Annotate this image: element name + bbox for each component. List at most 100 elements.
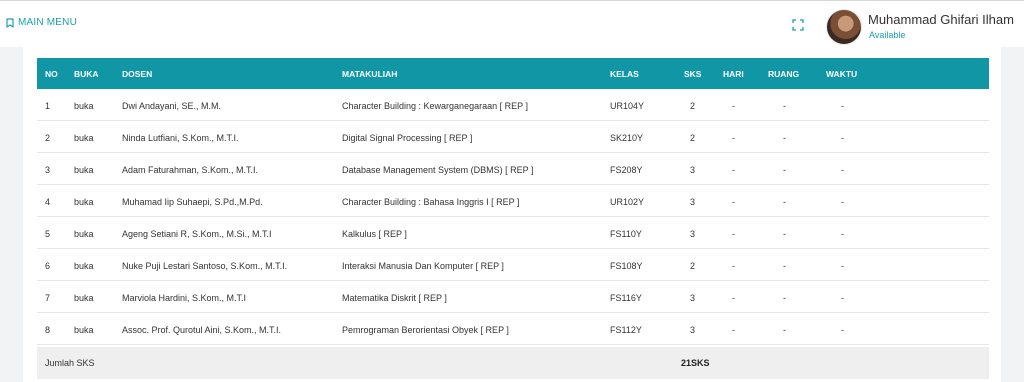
cell-no: 7: [45, 293, 51, 303]
cell-sks: 3: [690, 165, 696, 175]
bookmark-icon: [6, 17, 14, 28]
buka-link[interactable]: buka: [74, 261, 94, 271]
cell-kelas: FS112Y: [610, 325, 642, 335]
cell-ruang: -: [783, 197, 786, 207]
user-name[interactable]: Muhammad Ghifari Ilham: [868, 12, 1014, 27]
buka-link[interactable]: buka: [74, 165, 94, 175]
total-sks-label: Jumlah SKS: [45, 358, 95, 368]
cell-hari: -: [732, 229, 735, 239]
cell-sks: 3: [690, 197, 696, 207]
column-header-kelas: KELAS: [610, 69, 639, 79]
cell-hari: -: [732, 325, 735, 335]
cell-sks: 2: [690, 101, 696, 111]
avatar[interactable]: [826, 9, 862, 45]
cell-hari: -: [732, 133, 735, 143]
cell-dosen: Muhamad Iip Suhaepi, S.Pd.,M.Pd.: [122, 197, 263, 207]
cell-sks: 3: [690, 229, 696, 239]
cell-dosen: Ageng Setiani R, S.Kom., M.Si., M.T.I: [122, 229, 272, 239]
cell-dosen: Nuke Puji Lestari Santoso, S.Kom., M.T.I…: [122, 261, 288, 271]
cell-sks: 3: [690, 325, 696, 335]
buka-link[interactable]: buka: [74, 229, 94, 239]
cell-hari: -: [732, 261, 735, 271]
cell-dosen: Dwi Andayani, SE., M.M.: [122, 101, 222, 111]
cell-waktu: -: [841, 197, 844, 207]
cell-ruang: -: [783, 325, 786, 335]
top-bar: MAIN MENU Muhammad Ghifari Ilham Availab…: [0, 0, 1024, 47]
table-row: 8 buka Assoc. Prof. Qurotul Aini, S.Kom.…: [37, 313, 989, 345]
cell-no: 1: [45, 101, 51, 111]
cell-dosen: Marviola Hardini, S.Kom., M.T.I: [122, 293, 247, 303]
cell-matakuliah: Pemrograman Berorientasi Obyek [ REP ]: [342, 325, 509, 335]
cell-no: 6: [45, 261, 51, 271]
table-row: 2 buka Ninda Lutfiani, S.Kom., M.T.I. Di…: [37, 121, 989, 153]
user-status: Available: [869, 30, 906, 40]
cell-waktu: -: [841, 165, 844, 175]
cell-no: 8: [45, 325, 51, 335]
cell-no: 2: [45, 133, 51, 143]
cell-matakuliah: Matematika Diskrit [ REP ]: [342, 293, 447, 303]
cell-no: 4: [45, 197, 51, 207]
cell-dosen: Ninda Lutfiani, S.Kom., M.T.I.: [122, 133, 239, 143]
cell-matakuliah: Interaksi Manusia Dan Komputer [ REP ]: [342, 261, 504, 271]
table-row: 7 buka Marviola Hardini, S.Kom., M.T.I M…: [37, 281, 989, 313]
cell-waktu: -: [841, 325, 844, 335]
cell-kelas: UR102Y: [610, 197, 645, 207]
cell-sks: 2: [690, 133, 696, 143]
buka-link[interactable]: buka: [74, 325, 94, 335]
cell-hari: -: [732, 165, 735, 175]
cell-ruang: -: [783, 101, 786, 111]
column-header-buka: BUKA: [74, 69, 99, 79]
cell-waktu: -: [841, 229, 844, 239]
column-header-no: NO: [45, 69, 58, 79]
cell-matakuliah: Character Building : Bahasa Inggris I [ …: [342, 197, 520, 207]
cell-kelas: UR104Y: [610, 101, 645, 111]
cell-sks: 3: [690, 293, 696, 303]
cell-sks: 2: [690, 261, 696, 271]
cell-ruang: -: [783, 293, 786, 303]
column-header-hari: HARI: [723, 69, 744, 79]
buka-link[interactable]: buka: [74, 197, 94, 207]
cell-waktu: -: [841, 101, 844, 111]
cell-no: 3: [45, 165, 51, 175]
cell-ruang: -: [783, 229, 786, 239]
cell-kelas: SK210Y: [610, 133, 644, 143]
column-header-matakuliah: MATAKULIAH: [342, 69, 398, 79]
cell-kelas: FS208Y: [610, 165, 643, 175]
column-header-dosen: DOSEN: [122, 69, 153, 79]
cell-ruang: -: [783, 261, 786, 271]
column-header-sks: SKS: [684, 69, 702, 79]
table-row: 5 buka Ageng Setiani R, S.Kom., M.Si., M…: [37, 217, 989, 249]
cell-kelas: FS108Y: [610, 261, 643, 271]
cell-dosen: Adam Faturahman, S.Kom., M.T.I.: [122, 165, 259, 175]
column-header-waktu: WAKTU: [826, 69, 858, 79]
cell-waktu: -: [841, 261, 844, 271]
table-row: 1 buka Dwi Andayani, SE., M.M. Character…: [37, 89, 989, 121]
total-sks-value: 21SKS: [681, 358, 710, 368]
cell-ruang: -: [783, 165, 786, 175]
buka-link[interactable]: buka: [74, 101, 94, 111]
table-row: 6 buka Nuke Puji Lestari Santoso, S.Kom.…: [37, 249, 989, 281]
column-header-ruang: RUANG: [768, 69, 800, 79]
buka-link[interactable]: buka: [74, 133, 94, 143]
cell-kelas: FS110Y: [610, 229, 642, 239]
cell-no: 5: [45, 229, 51, 239]
table-header: NO BUKA DOSEN MATAKULIAH KELAS SKS HARI …: [37, 58, 989, 89]
buka-link[interactable]: buka: [74, 293, 94, 303]
cell-dosen: Assoc. Prof. Qurotul Aini, S.Kom., M.T.I…: [122, 325, 282, 335]
main-menu-button[interactable]: MAIN MENU: [6, 17, 77, 28]
cell-matakuliah: Digital Signal Processing [ REP ]: [342, 133, 473, 143]
main-menu-label: MAIN MENU: [18, 17, 78, 28]
cell-hari: -: [732, 293, 735, 303]
cell-kelas: FS116Y: [610, 293, 642, 303]
table-row: 3 buka Adam Faturahman, S.Kom., M.T.I. D…: [37, 153, 989, 185]
cell-hari: -: [732, 197, 735, 207]
fullscreen-icon[interactable]: [792, 19, 804, 31]
cell-ruang: -: [783, 133, 786, 143]
cell-matakuliah: Kalkulus [ REP ]: [342, 229, 407, 239]
table-footer: Jumlah SKS 21SKS: [37, 347, 989, 379]
cell-waktu: -: [841, 293, 844, 303]
cell-matakuliah: Character Building : Kewarganegaraan [ R…: [342, 101, 528, 111]
cell-matakuliah: Database Management System (DBMS) [ REP …: [342, 165, 534, 175]
cell-hari: -: [732, 101, 735, 111]
table-row: 4 buka Muhamad Iip Suhaepi, S.Pd.,M.Pd. …: [37, 185, 989, 217]
